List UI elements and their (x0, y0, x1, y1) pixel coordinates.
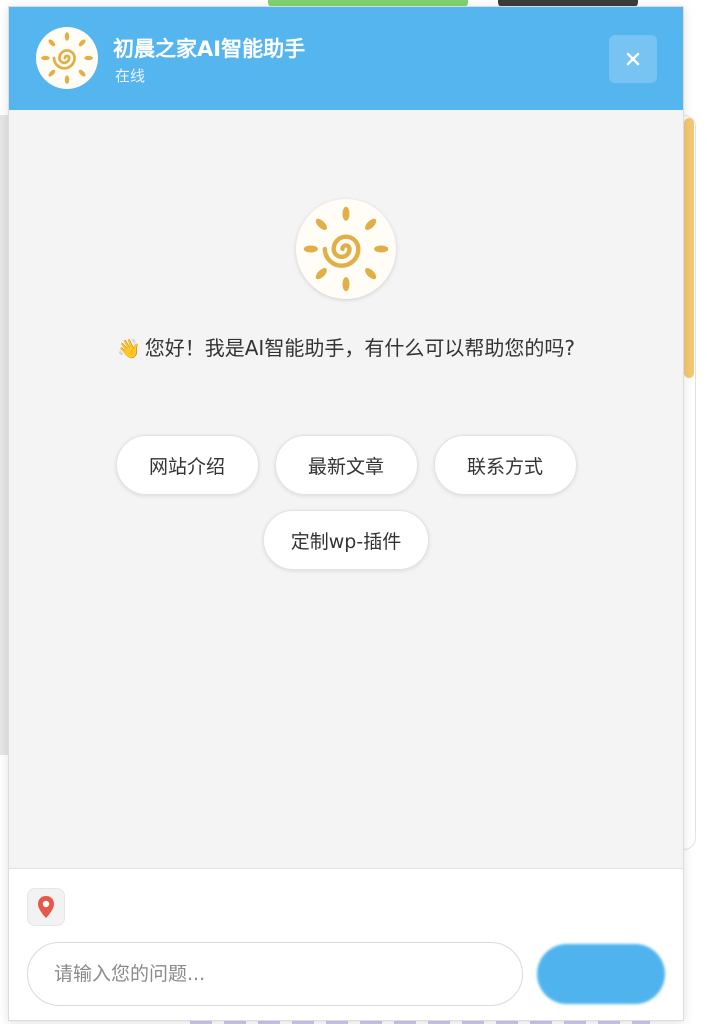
location-button[interactable] (27, 888, 65, 926)
chat-input-area (9, 868, 683, 1020)
background-scrollbar (684, 118, 694, 378)
sun-logo-icon (303, 206, 389, 292)
quick-reply-site-intro[interactable]: 网站介绍 (115, 435, 259, 495)
close-button[interactable] (609, 35, 657, 83)
message-input[interactable] (27, 942, 523, 1006)
welcome-message: 👋 您好！我是AI智能助手，有什么可以帮助您的吗? (9, 332, 683, 361)
quick-reply-row: 网站介绍 最新文章 联系方式 (9, 435, 683, 495)
assistant-avatar (36, 27, 98, 89)
quick-reply-contact[interactable]: 联系方式 (433, 435, 577, 495)
location-pin-icon (38, 896, 54, 918)
chat-window: 初晨之家AI智能助手 在线 👋 您好！我是AI智能助手，有什么可以帮助您的吗? … (8, 6, 684, 1021)
online-status: 在线 (115, 67, 146, 85)
welcome-text: 您好！我是AI智能助手，有什么可以帮助您的吗? (144, 336, 575, 360)
quick-reply-latest-articles[interactable]: 最新文章 (274, 435, 418, 495)
chat-header: 初晨之家AI智能助手 在线 (9, 7, 683, 110)
send-button[interactable] (537, 944, 665, 1004)
sun-logo-icon (41, 32, 93, 84)
chat-title: 初晨之家AI智能助手 (113, 37, 306, 61)
close-icon (626, 52, 640, 66)
chat-messages-area: 👋 您好！我是AI智能助手，有什么可以帮助您的吗? 网站介绍 最新文章 联系方式 … (9, 110, 683, 868)
wave-icon: 👋 (117, 338, 141, 360)
welcome-avatar (296, 199, 396, 299)
quick-reply-row: 定制wp-插件 (9, 510, 683, 570)
quick-reply-custom-wp-plugin[interactable]: 定制wp-插件 (262, 510, 430, 570)
